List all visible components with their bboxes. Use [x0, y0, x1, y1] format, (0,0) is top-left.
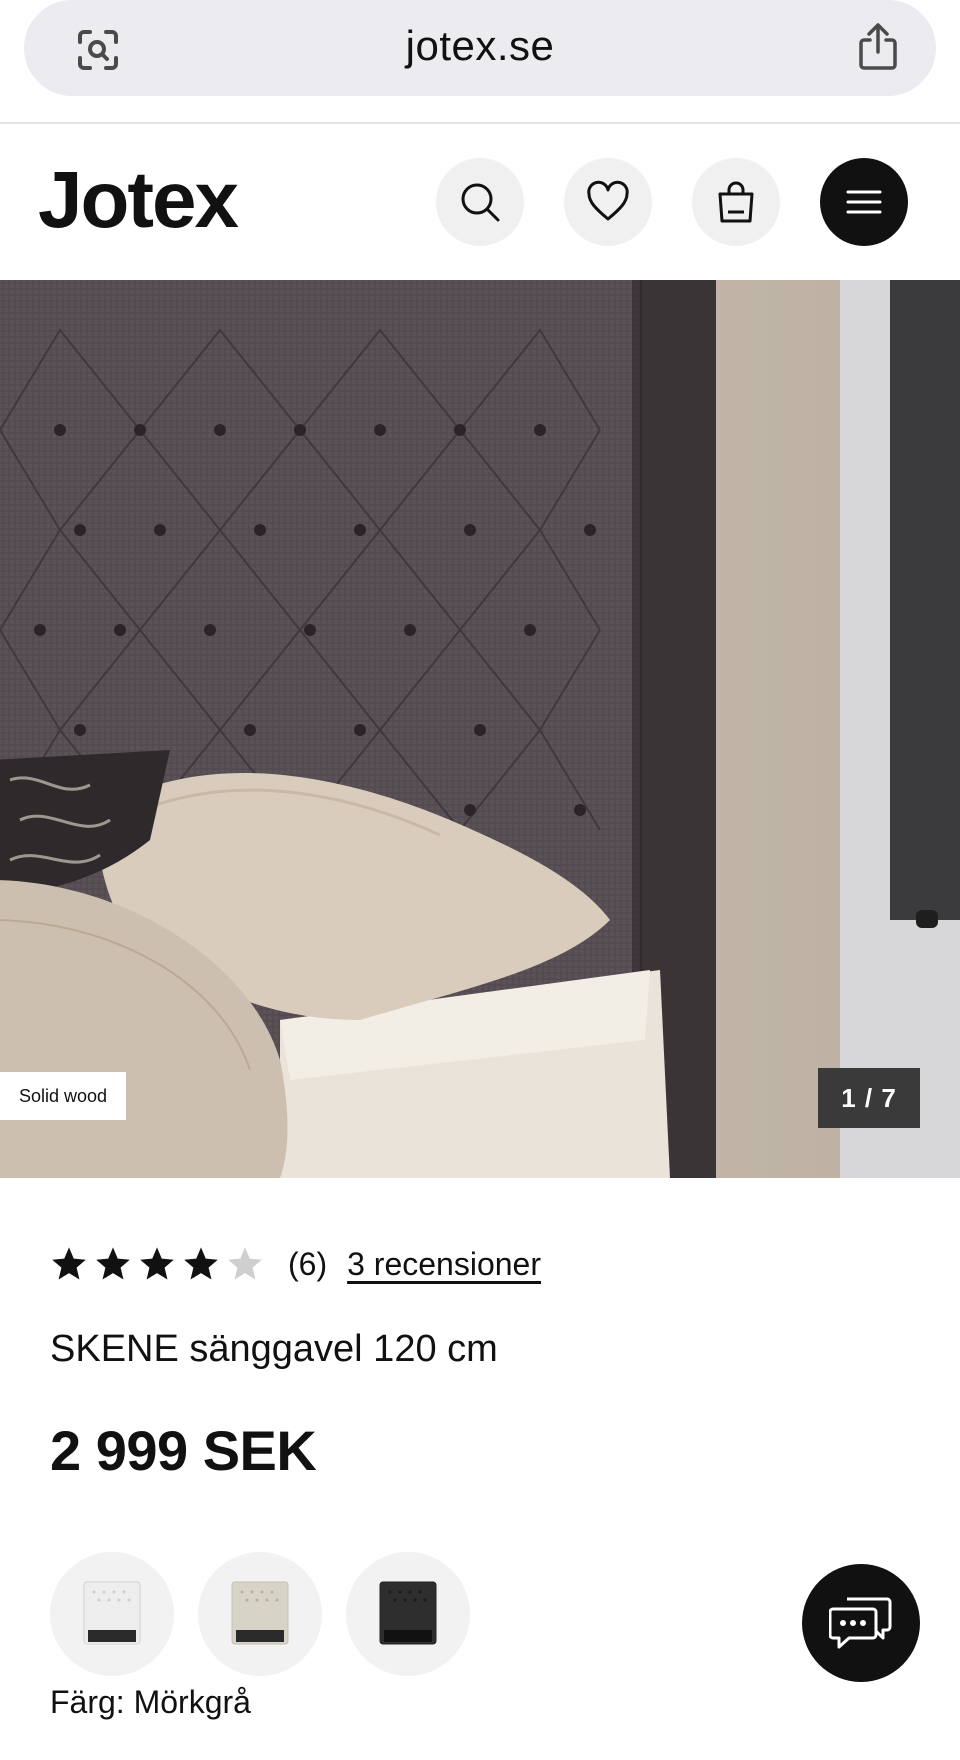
product-title: SKENE sänggavel 120 cm — [50, 1328, 498, 1370]
star-filled-icon — [52, 1247, 86, 1280]
browser-bar: jotex.se — [0, 0, 960, 124]
menu-button[interactable] — [820, 158, 908, 246]
jotex-logo[interactable]: Jotex — [38, 154, 239, 246]
menu-icon — [846, 190, 882, 214]
wishlist-button[interactable] — [564, 158, 652, 246]
product-image-gallery[interactable] — [0, 280, 960, 1178]
shopping-bag-icon — [718, 181, 754, 223]
heart-icon — [587, 180, 629, 221]
cart-button[interactable] — [692, 158, 780, 246]
share-icon[interactable] — [856, 22, 900, 72]
site-header: Jotex — [0, 124, 960, 280]
search-button[interactable] — [436, 158, 524, 246]
star-rating — [50, 1245, 264, 1283]
headboard-dark-grey-thumbnail — [379, 1581, 437, 1645]
headboard-beige-thumbnail — [231, 1581, 289, 1645]
color-swatches — [50, 1552, 470, 1676]
chat-bubbles-icon — [829, 1597, 892, 1649]
rating-row: (6) 3 recensioner — [50, 1240, 541, 1288]
selected-color-label: Färg: Mörkgrå — [50, 1684, 251, 1720]
swatch-beige[interactable] — [198, 1552, 322, 1676]
star-filled-icon — [96, 1247, 130, 1280]
address-bar[interactable]: jotex.se — [24, 0, 936, 96]
rating-count: (6) — [288, 1245, 328, 1282]
image-counter: 1 / 7 — [818, 1068, 920, 1128]
star-filled-icon — [140, 1247, 174, 1280]
search-icon — [461, 183, 500, 222]
chat-button[interactable] — [802, 1564, 920, 1682]
star-empty-icon — [228, 1247, 262, 1280]
url-text[interactable]: jotex.se — [24, 22, 936, 70]
product-price: 2 999 SEK — [50, 1419, 317, 1482]
star-filled-icon — [184, 1247, 218, 1280]
headboard-white-thumbnail — [83, 1581, 141, 1645]
reviews-link[interactable]: 3 recensioner — [347, 1246, 541, 1283]
solid-wood-badge: Solid wood — [0, 1072, 126, 1120]
swatch-white[interactable] — [50, 1552, 174, 1676]
swatch-dark-grey[interactable] — [346, 1552, 470, 1676]
product-photo — [0, 280, 960, 1178]
